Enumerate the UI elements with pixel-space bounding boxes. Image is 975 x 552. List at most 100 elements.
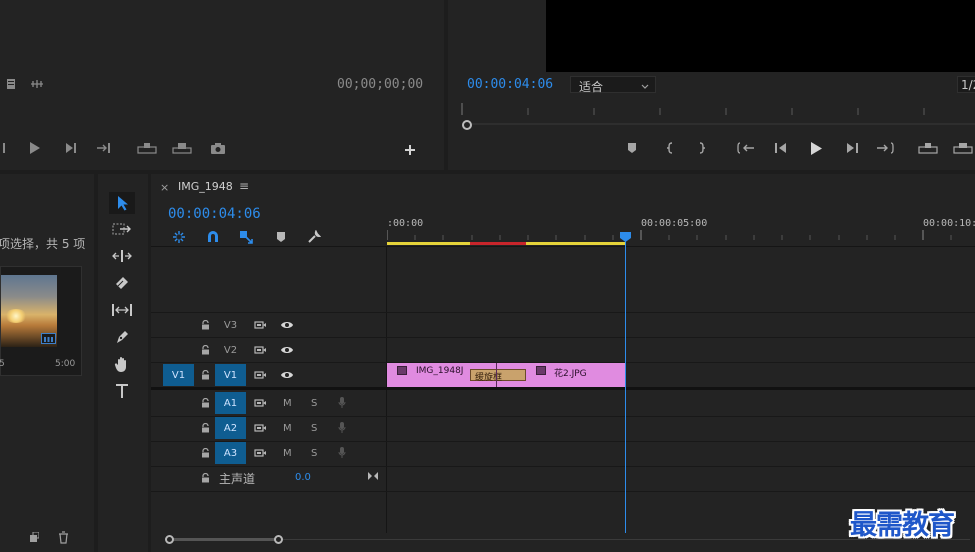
track-label-v3[interactable]: V3 bbox=[215, 314, 246, 336]
track-select-tool-icon[interactable] bbox=[109, 219, 135, 239]
thumb-start-label: 5 bbox=[0, 359, 5, 369]
wrench-settings-icon[interactable] bbox=[306, 229, 322, 245]
track-row-master: 主声道 0.0 bbox=[151, 466, 975, 491]
mute-button[interactable]: M bbox=[283, 423, 292, 434]
lock-icon[interactable] bbox=[199, 318, 211, 332]
timeline-tab-close-button[interactable]: × bbox=[160, 181, 169, 194]
microphone-icon[interactable] bbox=[336, 446, 348, 460]
extract-icon[interactable] bbox=[952, 141, 974, 155]
program-timecode[interactable]: 00:00:04:06 bbox=[467, 77, 553, 92]
track-label-a3[interactable]: A3 bbox=[215, 442, 246, 464]
solo-button[interactable]: S bbox=[311, 448, 317, 459]
lock-icon[interactable] bbox=[199, 446, 211, 460]
eye-icon[interactable] bbox=[279, 318, 295, 332]
hand-tool-icon[interactable] bbox=[109, 354, 135, 374]
source-monitor-panel: 00;00;00;00 bbox=[0, 0, 444, 170]
mute-button[interactable]: M bbox=[283, 448, 292, 459]
eye-icon[interactable] bbox=[279, 343, 295, 357]
new-item-icon[interactable] bbox=[28, 531, 40, 543]
slip-tool-icon[interactable] bbox=[109, 300, 135, 320]
scrollbar-thumb[interactable] bbox=[170, 538, 280, 541]
solo-button[interactable]: S bbox=[311, 423, 317, 434]
insert-icon[interactable] bbox=[137, 141, 157, 155]
nest-sequence-icon[interactable] bbox=[171, 229, 187, 245]
add-button-icon[interactable] bbox=[402, 142, 418, 158]
solo-button[interactable]: S bbox=[311, 398, 317, 409]
program-mini-ruler[interactable] bbox=[448, 103, 975, 125]
toggle-sync-lock-icon[interactable] bbox=[253, 343, 267, 357]
track-label-v1[interactable]: V1 bbox=[215, 364, 246, 386]
go-to-in-icon[interactable] bbox=[736, 141, 756, 155]
step-back-icon[interactable] bbox=[772, 141, 790, 155]
lock-icon[interactable] bbox=[199, 343, 211, 357]
camera-icon[interactable] bbox=[209, 141, 227, 155]
track-label-v2[interactable]: V2 bbox=[215, 339, 246, 361]
project-panel: 项选择，共 5 项 5 5:00 bbox=[0, 174, 94, 552]
lock-icon[interactable] bbox=[199, 396, 211, 410]
step-back-icon[interactable] bbox=[0, 141, 10, 155]
timeline-top-divider bbox=[151, 246, 975, 247]
microphone-icon[interactable] bbox=[336, 421, 348, 435]
scrollbar-right-handle[interactable] bbox=[274, 535, 283, 544]
razor-tool-icon[interactable] bbox=[109, 273, 135, 293]
ripple-edit-tool-icon[interactable] bbox=[109, 246, 135, 266]
trash-icon[interactable] bbox=[56, 530, 70, 544]
playhead-line bbox=[625, 241, 626, 533]
step-forward-icon[interactable] bbox=[843, 141, 861, 155]
add-marker-icon[interactable] bbox=[274, 230, 288, 244]
play-icon[interactable] bbox=[27, 141, 43, 155]
master-volume-value[interactable]: 0.0 bbox=[295, 472, 311, 483]
clip-name-1: IMG_1948J bbox=[416, 366, 464, 376]
toggle-sync-lock-icon[interactable] bbox=[253, 368, 267, 382]
mark-out-icon[interactable] bbox=[695, 141, 709, 155]
track-label-a2[interactable]: A2 bbox=[215, 417, 246, 439]
lock-icon[interactable] bbox=[199, 421, 211, 435]
lock-icon[interactable] bbox=[199, 368, 211, 382]
microphone-icon[interactable] bbox=[336, 396, 348, 410]
go-to-out-icon[interactable] bbox=[95, 141, 113, 155]
timeline-ruler[interactable]: :00:00 00:00:05:00 00:00:10:00 bbox=[387, 210, 975, 246]
timeline-tab-title[interactable]: IMG_1948 bbox=[178, 180, 233, 193]
eye-icon[interactable] bbox=[279, 368, 295, 382]
mark-in-icon[interactable] bbox=[663, 141, 677, 155]
project-thumbnail-card[interactable]: 5 5:00 bbox=[0, 266, 82, 376]
ruler-ticks bbox=[387, 230, 952, 240]
tools-panel bbox=[98, 174, 148, 552]
program-playhead-handle[interactable] bbox=[462, 120, 472, 130]
scrollbar-left-handle[interactable] bbox=[165, 535, 174, 544]
snap-magnet-icon[interactable] bbox=[205, 229, 221, 245]
timeline-tab-menu-button[interactable]: ≡ bbox=[239, 179, 249, 193]
lift-icon[interactable] bbox=[917, 141, 939, 155]
mute-button[interactable]: M bbox=[283, 398, 292, 409]
toggle-sync-lock-icon[interactable] bbox=[253, 446, 267, 460]
play-icon[interactable] bbox=[807, 141, 825, 155]
project-status-text: 项选择，共 5 项 bbox=[0, 237, 86, 251]
track-separator bbox=[151, 491, 975, 492]
linked-selection-icon[interactable] bbox=[238, 229, 254, 245]
timeline-timecode[interactable]: 00:00:04:06 bbox=[168, 206, 261, 222]
sun-glow bbox=[5, 309, 27, 323]
go-to-out-icon[interactable] bbox=[875, 141, 895, 155]
type-tool-icon[interactable] bbox=[109, 381, 135, 401]
toggle-sync-lock-icon[interactable] bbox=[253, 396, 267, 410]
clip-v1[interactable]: IMG_1948J 缓旋框 花2.JPG bbox=[387, 363, 625, 387]
drag-audio-icon[interactable] bbox=[28, 78, 46, 90]
source-timecode[interactable]: 00;00;00;00 bbox=[337, 77, 423, 92]
pen-tool-icon[interactable] bbox=[109, 327, 135, 347]
track-label-a1[interactable]: A1 bbox=[215, 392, 246, 414]
go-to-end-icon[interactable] bbox=[366, 469, 380, 483]
transition-block[interactable]: 缓旋框 bbox=[470, 369, 526, 383]
overwrite-icon[interactable] bbox=[172, 141, 192, 155]
marker-icon[interactable] bbox=[625, 141, 639, 155]
toggle-sync-lock-icon[interactable] bbox=[253, 421, 267, 435]
toggle-sync-lock-icon[interactable] bbox=[253, 318, 267, 332]
source-patch-v1[interactable]: V1 bbox=[163, 364, 194, 386]
track-row-a2: A2 M S bbox=[151, 416, 975, 441]
step-forward-icon[interactable] bbox=[63, 141, 79, 155]
selection-tool-icon[interactable] bbox=[109, 192, 135, 214]
resolution-select[interactable]: 1/2 bbox=[957, 76, 975, 93]
lock-icon[interactable] bbox=[199, 471, 211, 485]
fit-select[interactable]: 适合 bbox=[570, 76, 656, 94]
watermark-logo: 最需教育 bbox=[850, 510, 955, 541]
export-frame-icon[interactable] bbox=[4, 77, 18, 91]
